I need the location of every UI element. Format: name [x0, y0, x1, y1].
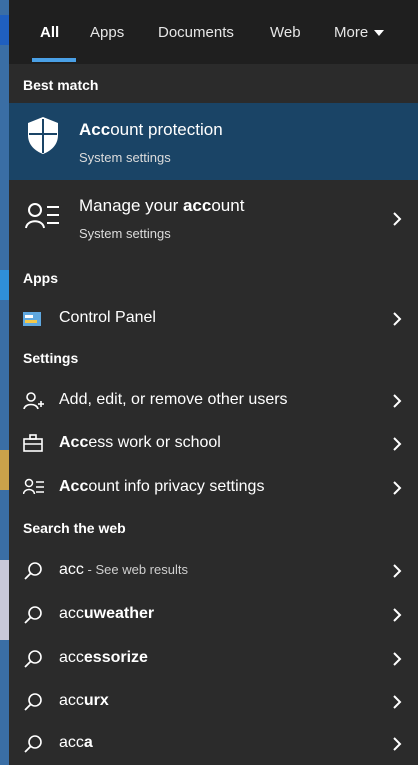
title-match: acc	[182, 196, 212, 215]
label-pre: acc	[59, 561, 84, 578]
active-tab-indicator	[32, 58, 76, 62]
label-match: uweather	[83, 605, 155, 622]
label-pre: acc	[59, 692, 84, 709]
desktop-edge-icon	[0, 560, 9, 640]
shield-icon	[25, 115, 61, 160]
title-post: ount	[211, 196, 245, 215]
label-match: a	[83, 734, 93, 751]
list-item-web-result[interactable]: accurx	[9, 682, 418, 722]
list-item-web-result[interactable]: acca	[9, 724, 418, 764]
label-suffix: - See web results	[83, 562, 188, 577]
web-result-label: accessorize	[59, 649, 148, 667]
search-icon	[23, 561, 43, 586]
desktop-edge	[0, 0, 9, 765]
list-item-web-result[interactable]: accessorize	[9, 639, 418, 679]
chevron-right-icon[interactable]	[392, 694, 402, 715]
best-match-subtitle: System settings	[79, 150, 171, 165]
account-details-icon	[25, 201, 61, 236]
desktop-edge-icon	[0, 270, 9, 300]
add-user-icon	[23, 391, 45, 416]
search-icon	[23, 605, 43, 630]
web-result-label: acc - See web results	[59, 561, 188, 579]
list-item-web-result[interactable]: accuweather	[9, 595, 418, 635]
setting-label: Add, edit, or remove other users	[59, 391, 288, 409]
search-icon	[23, 649, 43, 674]
manage-account-result[interactable]: Manage your account System settings	[9, 183, 418, 261]
search-icon	[23, 692, 43, 717]
chevron-right-icon[interactable]	[392, 607, 402, 628]
tab-more[interactable]: More	[334, 24, 385, 41]
tab-apps[interactable]: Apps	[90, 24, 124, 41]
label-match: Acc	[59, 434, 89, 451]
tab-more-label: More	[334, 24, 369, 41]
label-pre: Add, edit, or remove other users	[59, 391, 288, 408]
list-item-add-users[interactable]: Add, edit, or remove other users	[9, 381, 418, 421]
chevron-right-icon[interactable]	[392, 311, 402, 332]
desktop-edge-icon	[0, 450, 9, 490]
chevron-right-icon[interactable]	[392, 393, 402, 414]
filter-tabs: All Apps Documents Web More	[9, 0, 418, 64]
manage-account-subtitle: System settings	[79, 226, 171, 241]
label-post: ount info privacy settings	[88, 478, 265, 495]
section-apps: Apps	[23, 270, 58, 286]
web-result-label: acca	[59, 734, 93, 752]
desktop-edge-icon	[0, 15, 9, 45]
label-match: essorize	[83, 649, 148, 666]
tab-web[interactable]: Web	[270, 24, 301, 41]
title-match: Acc	[79, 120, 111, 139]
title-pre: Manage your	[79, 196, 183, 215]
title-rest: ount protection	[110, 120, 223, 139]
chevron-right-icon[interactable]	[392, 651, 402, 672]
control-panel-label: Control Panel	[59, 309, 156, 326]
chevron-right-icon[interactable]	[392, 480, 402, 501]
section-settings: Settings	[23, 350, 79, 366]
setting-label: Access work or school	[59, 434, 221, 452]
label-pre: acc	[59, 605, 84, 622]
chevron-right-icon[interactable]	[392, 436, 402, 457]
label-match: urx	[83, 692, 109, 709]
label-pre: acc	[59, 734, 84, 751]
account-details-icon	[22, 478, 45, 501]
caret-down-icon	[374, 30, 385, 37]
search-icon	[23, 734, 43, 759]
label-match: Acc	[59, 478, 89, 495]
list-item-web-result[interactable]: acc - See web results	[9, 551, 418, 591]
list-item-control-panel[interactable]: Control Panel	[9, 299, 418, 339]
manage-account-title: Manage your account	[79, 196, 244, 216]
label-pre: acc	[59, 649, 84, 666]
search-panel: All Apps Documents Web More Best match A…	[9, 0, 418, 765]
best-match-title: Account protection	[79, 120, 223, 140]
section-search-web: Search the web	[23, 520, 126, 536]
list-item-account-privacy[interactable]: Account info privacy settings	[9, 468, 418, 508]
setting-label: Account info privacy settings	[59, 478, 264, 496]
best-match-result[interactable]: Account protection System settings	[9, 103, 418, 180]
section-best-match: Best match	[23, 77, 99, 93]
label-post: ess work or school	[88, 434, 221, 451]
chevron-right-icon[interactable]	[392, 211, 402, 232]
chevron-right-icon[interactable]	[392, 736, 402, 757]
tab-all[interactable]: All	[40, 24, 59, 41]
briefcase-icon	[23, 434, 43, 457]
chevron-right-icon[interactable]	[392, 563, 402, 584]
control-panel-icon	[23, 312, 41, 331]
list-item-access-work[interactable]: Access work or school	[9, 424, 418, 464]
web-result-label: accurx	[59, 692, 109, 710]
web-result-label: accuweather	[59, 605, 154, 623]
tab-documents[interactable]: Documents	[158, 24, 234, 41]
